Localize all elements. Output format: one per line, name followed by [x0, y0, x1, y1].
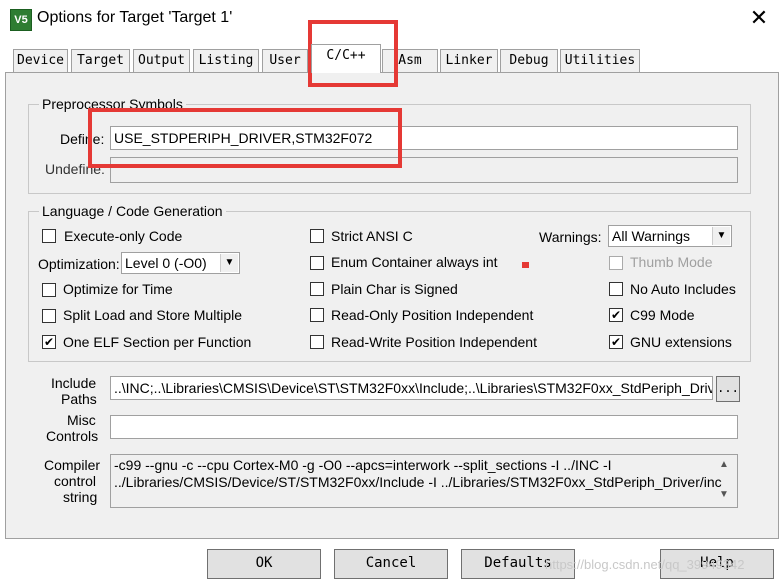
cancel-button[interactable]: Cancel — [334, 549, 448, 579]
chevron-down-icon: ▼ — [712, 227, 730, 245]
compiler-label-line2: control — [54, 473, 97, 489]
warnings-value: All Warnings — [612, 228, 691, 244]
rw-pi-checkbox[interactable] — [310, 335, 324, 349]
annotation-dot — [522, 262, 529, 268]
options-dialog: V5 Options for Target 'Target 1' ✕ Devic… — [0, 0, 782, 587]
split-load-checkbox[interactable] — [42, 309, 56, 323]
enum-container-checkbox[interactable] — [310, 256, 324, 270]
tab-debug[interactable]: Debug — [500, 49, 558, 72]
chevron-down-icon: ▼ — [220, 254, 238, 272]
strict-ansi-label: Strict ANSI C — [331, 228, 413, 244]
scroll-down-icon[interactable]: ▼ — [719, 489, 729, 500]
split-load-label: Split Load and Store Multiple — [63, 307, 242, 323]
watermark: https://blog.csdn.net/qq_39949342 — [545, 557, 745, 572]
misc-label-line2: Controls — [46, 428, 99, 444]
dialog-title: Options for Target 'Target 1' — [37, 9, 233, 26]
tab-cpp[interactable]: C/C++ — [311, 44, 381, 73]
tab-asm[interactable]: Asm — [382, 49, 438, 72]
close-button[interactable]: ✕ — [744, 4, 774, 32]
optimization-label: Optimization: — [38, 256, 120, 272]
thumb-mode-label: Thumb Mode — [630, 254, 713, 270]
include-label-line2: Paths — [61, 391, 97, 407]
codegen-group-label: Language / Code Generation — [39, 203, 226, 219]
ok-button[interactable]: OK — [207, 549, 321, 579]
no-auto-includes-checkbox[interactable] — [609, 282, 623, 296]
tab-target[interactable]: Target — [71, 49, 130, 72]
define-input[interactable]: USE_STDPERIPH_DRIVER,STM32F072 — [110, 126, 738, 150]
undefine-input[interactable] — [110, 157, 738, 183]
optimization-value: Level 0 (-O0) — [125, 255, 207, 271]
compiler-control-string[interactable]: -c99 --gnu -c --cpu Cortex-M0 -g -O0 --a… — [110, 454, 738, 508]
execute-only-label: Execute-only Code — [64, 228, 183, 244]
include-paths-input[interactable]: ..\INC;..\Libraries\CMSIS\Device\ST\STM3… — [110, 376, 713, 400]
one-elf-checkbox[interactable]: ✔ — [42, 335, 56, 349]
preprocessor-group-label: Preprocessor Symbols — [39, 96, 186, 112]
tab-output[interactable]: Output — [133, 49, 190, 72]
optimize-time-checkbox[interactable] — [42, 283, 56, 297]
tab-listing[interactable]: Listing — [193, 49, 259, 72]
execute-only-checkbox[interactable] — [42, 229, 56, 243]
enum-container-label: Enum Container always int — [331, 254, 498, 270]
optimization-select[interactable]: Level 0 (-O0) ▼ — [121, 252, 240, 274]
c99-mode-label: C99 Mode — [630, 307, 695, 323]
define-label: Define: — [60, 131, 105, 147]
c99-mode-checkbox[interactable]: ✔ — [609, 308, 623, 322]
undefine-label: Undefine: — [45, 161, 105, 177]
warnings-label: Warnings: — [539, 229, 602, 245]
tab-user[interactable]: User — [262, 49, 308, 72]
thumb-mode-checkbox[interactable] — [609, 256, 623, 270]
ro-pi-label: Read-Only Position Independent — [331, 307, 534, 323]
tab-utilities[interactable]: Utilities — [560, 49, 640, 72]
rw-pi-label: Read-Write Position Independent — [331, 334, 537, 350]
compiler-string-line-2: ../Libraries/CMSIS/Device/ST/STM32F0xx/I… — [114, 474, 722, 490]
tab-device[interactable]: Device — [13, 49, 68, 72]
plain-char-label: Plain Char is Signed — [331, 281, 458, 297]
gnu-extensions-checkbox[interactable]: ✔ — [609, 335, 623, 349]
scroll-up-icon[interactable]: ▲ — [719, 459, 729, 470]
compiler-string-line-1: -c99 --gnu -c --cpu Cortex-M0 -g -O0 --a… — [114, 457, 612, 473]
browse-include-paths-button[interactable]: ... — [716, 376, 740, 402]
one-elf-label: One ELF Section per Function — [63, 334, 252, 350]
misc-controls-input[interactable] — [110, 415, 738, 439]
include-label-line1: Include — [51, 375, 97, 391]
plain-char-checkbox[interactable] — [310, 282, 324, 296]
optimize-time-label: Optimize for Time — [63, 281, 173, 297]
warnings-select[interactable]: All Warnings ▼ — [608, 225, 732, 247]
title-bar: V5 Options for Target 'Target 1' ✕ — [0, 0, 782, 38]
compiler-label-line1: Compiler — [44, 457, 101, 473]
misc-label-line1: Misc — [67, 412, 96, 428]
compiler-label-line3: string — [63, 489, 98, 505]
keil-app-icon: V5 — [10, 9, 32, 31]
gnu-extensions-label: GNU extensions — [630, 334, 732, 350]
no-auto-includes-label: No Auto Includes — [630, 281, 736, 297]
strict-ansi-checkbox[interactable] — [310, 229, 324, 243]
tab-linker[interactable]: Linker — [440, 49, 498, 72]
ro-pi-checkbox[interactable] — [310, 308, 324, 322]
